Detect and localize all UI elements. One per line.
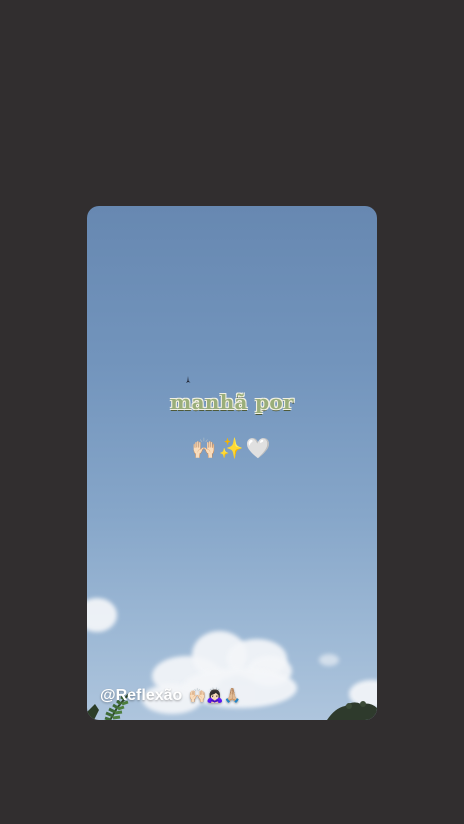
- story-card[interactable]: manhã por 🙌🏻✨🤍 @Reflexão 🙌🏻🙇🏻‍♀️🙏🏼: [87, 206, 377, 720]
- mention-text: @Reflexão: [100, 687, 183, 704]
- mention-emojis: 🙌🏻🙇🏻‍♀️🙏🏼: [188, 687, 242, 703]
- foliage-right: [327, 696, 377, 720]
- bird-icon: [185, 376, 191, 383]
- story-caption: manhã por: [170, 390, 294, 414]
- emoji-sticker: 🙌🏻✨🤍: [191, 436, 273, 460]
- mention-tag[interactable]: @Reflexão 🙌🏻🙇🏻‍♀️🙏🏼: [100, 687, 241, 705]
